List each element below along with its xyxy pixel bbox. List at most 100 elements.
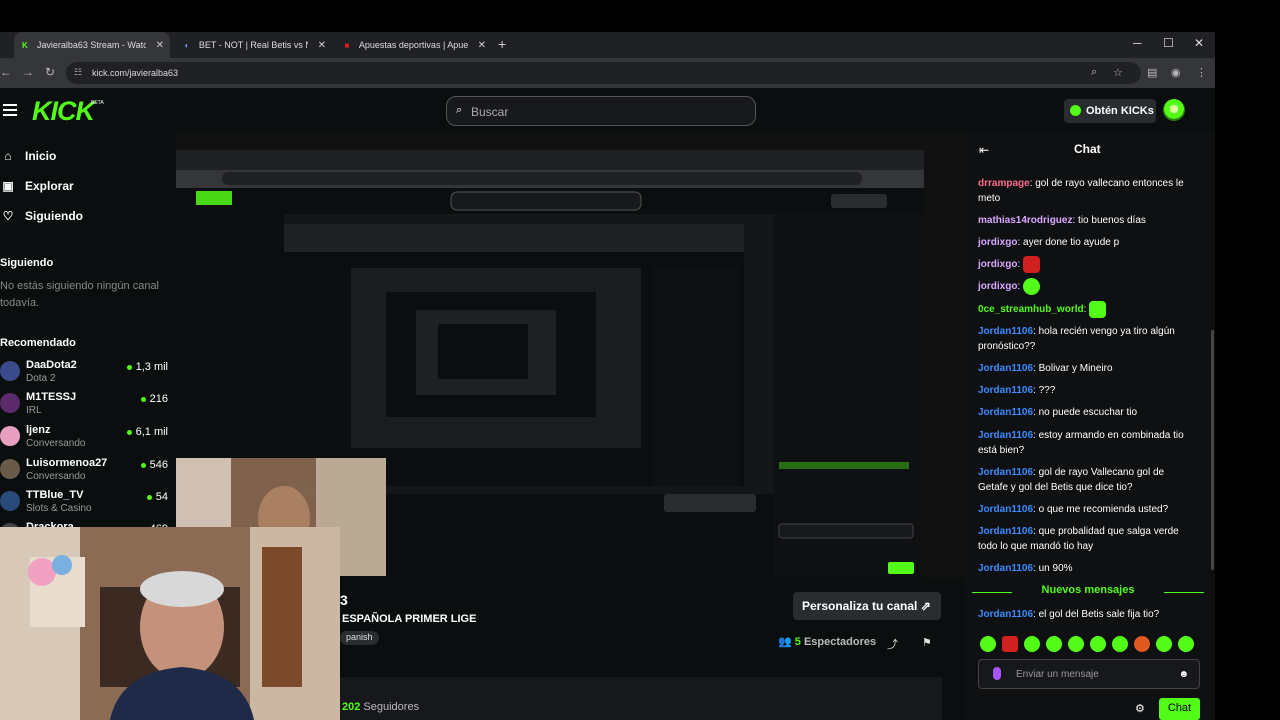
send-chat-button[interactable]: Chat bbox=[1159, 698, 1200, 720]
profile-icon[interactable]: ◉ bbox=[1171, 66, 1181, 79]
back-icon[interactable]: ← bbox=[0, 65, 12, 79]
chat-settings-gear-icon[interactable]: ⚙ bbox=[1135, 702, 1145, 715]
close-window-button[interactable]: ✕ bbox=[1194, 36, 1204, 50]
channel-avatar bbox=[0, 426, 20, 446]
chat-username[interactable]: jordixgo bbox=[978, 281, 1017, 292]
chat-username[interactable]: Jordan1106 bbox=[978, 526, 1033, 537]
chat-username[interactable]: Jordan1106 bbox=[978, 504, 1033, 515]
chat-username[interactable]: Jordan1106 bbox=[978, 326, 1033, 337]
chat-message[interactable]: drrampage: gol de rayo vallecano entonce… bbox=[978, 176, 1192, 206]
chat-message[interactable]: Jordan1106: un 90% bbox=[978, 561, 1192, 576]
new-messages-label[interactable]: Nuevos mensajes bbox=[972, 584, 1204, 596]
chat-username[interactable]: 0ce_streamhub_world bbox=[978, 304, 1084, 315]
menu-hamburger-icon[interactable] bbox=[3, 104, 17, 116]
chat-username[interactable]: mathias14rodriguez bbox=[978, 215, 1072, 226]
chat-message[interactable]: Jordan1106: o que me recomienda usted? bbox=[978, 502, 1192, 517]
emote-icon[interactable] bbox=[1024, 636, 1040, 652]
emoji-picker-icon[interactable]: ☻ bbox=[1178, 669, 1189, 680]
emote-icon[interactable] bbox=[1002, 636, 1018, 652]
close-tab-icon[interactable]: ✕ bbox=[318, 40, 326, 51]
extensions-icon[interactable]: ▤ bbox=[1147, 66, 1157, 79]
chat-username[interactable]: jordixgo bbox=[978, 237, 1017, 248]
collapse-chat-icon[interactable]: ⇤ bbox=[979, 143, 989, 157]
chat-username[interactable]: drrampage bbox=[978, 178, 1030, 189]
live-dot-icon bbox=[126, 364, 132, 370]
zoom-icon[interactable]: ⌕ bbox=[1091, 66, 1097, 79]
recommended-channel[interactable]: Luisormenoa27 Conversando 546 bbox=[0, 457, 168, 487]
bookmark-star-icon[interactable]: ☆ bbox=[1113, 66, 1123, 79]
chat-input-placeholder: Enviar un mensaje bbox=[1016, 669, 1099, 680]
minimize-button[interactable]: ─ bbox=[1133, 36, 1142, 50]
chat-message[interactable]: jordixgo: bbox=[978, 256, 1192, 273]
chat-message[interactable]: Jordan1106: Bolivar y Mineiro bbox=[978, 361, 1192, 376]
viewer-count: 6,1 mil bbox=[126, 426, 168, 438]
chat-message[interactable]: Jordan1106: gol de rayo Vallecano gol de… bbox=[978, 465, 1192, 495]
moderator-icon[interactable]: ⚑ bbox=[922, 636, 932, 649]
chat-username[interactable]: Jordan1106 bbox=[978, 430, 1033, 441]
tab-title: Apuestas deportivas | Apuestas bbox=[358, 40, 468, 50]
chat-username[interactable]: jordixgo bbox=[978, 259, 1017, 270]
chat-message[interactable]: Jordan1106: hola recién vengo ya tiro al… bbox=[978, 324, 1192, 354]
channel-name: DaaDota2 bbox=[26, 359, 77, 371]
get-kicks-button[interactable]: Obtén KICKs bbox=[1064, 99, 1156, 123]
new-tab-button[interactable]: + bbox=[498, 36, 506, 52]
chat-message[interactable]: Jordan1106: no puede escuchar tio bbox=[978, 405, 1192, 420]
emote-icon[interactable] bbox=[1178, 636, 1194, 652]
chat-username[interactable]: Jordan1106 bbox=[978, 609, 1033, 620]
microphone-icon[interactable] bbox=[993, 667, 1001, 680]
chat-message[interactable]: Jordan1106: estoy armando en combinada t… bbox=[978, 428, 1192, 458]
channel-category: Dota 2 bbox=[26, 373, 56, 384]
forward-icon[interactable]: → bbox=[22, 65, 34, 79]
browser-tab-apuestas[interactable]: ■ Apuestas deportivas | Apuestas ✕ bbox=[336, 32, 492, 58]
site-settings-icon[interactable]: ☷ bbox=[74, 67, 82, 78]
emote-icon[interactable] bbox=[1156, 636, 1172, 652]
viewer-count: 54 bbox=[146, 491, 168, 503]
chat-username[interactable]: Jordan1106 bbox=[978, 385, 1033, 396]
browser-tab-bet[interactable]: ◐ BET - NOT | Real Betis vs Nottin ✕ bbox=[176, 32, 332, 58]
chat-scrollbar[interactable] bbox=[1211, 330, 1214, 570]
emote-icon[interactable] bbox=[1090, 636, 1106, 652]
chat-text: no puede escuchar tio bbox=[1038, 407, 1138, 418]
search-input[interactable]: ⌕ Buscar bbox=[446, 96, 756, 126]
browser-menu-icon[interactable]: ⋮ bbox=[1196, 66, 1207, 79]
browser-tab-kick[interactable]: K Javieralba63 Stream - Watch Li ✕ bbox=[14, 32, 170, 58]
nav-explorar[interactable]: ▣ Explorar bbox=[0, 179, 73, 193]
nav-inicio[interactable]: ⌂ Inicio bbox=[0, 149, 56, 163]
close-tab-icon[interactable]: ✕ bbox=[478, 40, 486, 51]
screen-right bbox=[1215, 32, 1280, 720]
chat-message[interactable]: Jordan1106: el gol del Betis sale fija t… bbox=[978, 607, 1192, 622]
emote-icon[interactable] bbox=[1134, 636, 1150, 652]
kick-favicon-icon: K bbox=[22, 40, 28, 50]
recommended-channel[interactable]: ljenz Conversando 6,1 mil bbox=[0, 424, 168, 454]
language-tag[interactable]: panish bbox=[340, 631, 379, 645]
recommended-channel[interactable]: M1TESSJ IRL 216 bbox=[0, 391, 168, 421]
maximize-button[interactable]: ☐ bbox=[1163, 36, 1174, 50]
chat-username[interactable]: Jordan1106 bbox=[978, 467, 1033, 478]
emote-icon[interactable] bbox=[1112, 636, 1128, 652]
chat-message[interactable]: 0ce_streamhub_world: bbox=[978, 301, 1192, 318]
chat-message[interactable]: Jordan1106: ??? bbox=[978, 383, 1192, 398]
chat-username[interactable]: Jordan1106 bbox=[978, 563, 1033, 574]
chat-username[interactable]: Jordan1106 bbox=[978, 363, 1033, 374]
user-avatar[interactable] bbox=[1163, 99, 1185, 121]
nav-siguiendo[interactable]: ♡ Siguiendo bbox=[0, 209, 83, 223]
kick-logo[interactable]: KICK bbox=[32, 96, 95, 127]
emote-icon[interactable] bbox=[1068, 636, 1084, 652]
recommended-channel[interactable]: DaaDota2 Dota 2 1,3 mil bbox=[0, 359, 168, 389]
recommended-channel[interactable]: TTBlue_TV Slots & Casino 54 bbox=[0, 489, 168, 519]
chat-message-input[interactable]: Enviar un mensaje ☻ bbox=[978, 659, 1200, 689]
close-tab-icon[interactable]: ✕ bbox=[156, 40, 164, 51]
chat-message[interactable]: jordixgo: bbox=[978, 278, 1192, 295]
emote-icon[interactable] bbox=[980, 636, 996, 652]
chat-username[interactable]: Jordan1106 bbox=[978, 407, 1033, 418]
share-icon[interactable]: ⤴ bbox=[887, 636, 898, 652]
reload-icon[interactable]: ↻ bbox=[45, 65, 55, 79]
customize-channel-button[interactable]: Personaliza tu canal ⇗ bbox=[793, 592, 941, 620]
emote-icon[interactable] bbox=[1046, 636, 1062, 652]
chat-message[interactable]: mathias14rodriguez: tio buenos días bbox=[978, 213, 1192, 228]
chat-message[interactable]: Jordan1106: que probalidad que salga ver… bbox=[978, 524, 1192, 554]
followers-count: 202 Seguidores bbox=[342, 701, 419, 713]
nav-label: Inicio bbox=[25, 149, 57, 163]
chat-message[interactable]: jordixgo: ayer done tio ayude p bbox=[978, 235, 1192, 250]
address-bar[interactable]: ☷ kick.com/javieralba63 bbox=[66, 62, 1141, 84]
